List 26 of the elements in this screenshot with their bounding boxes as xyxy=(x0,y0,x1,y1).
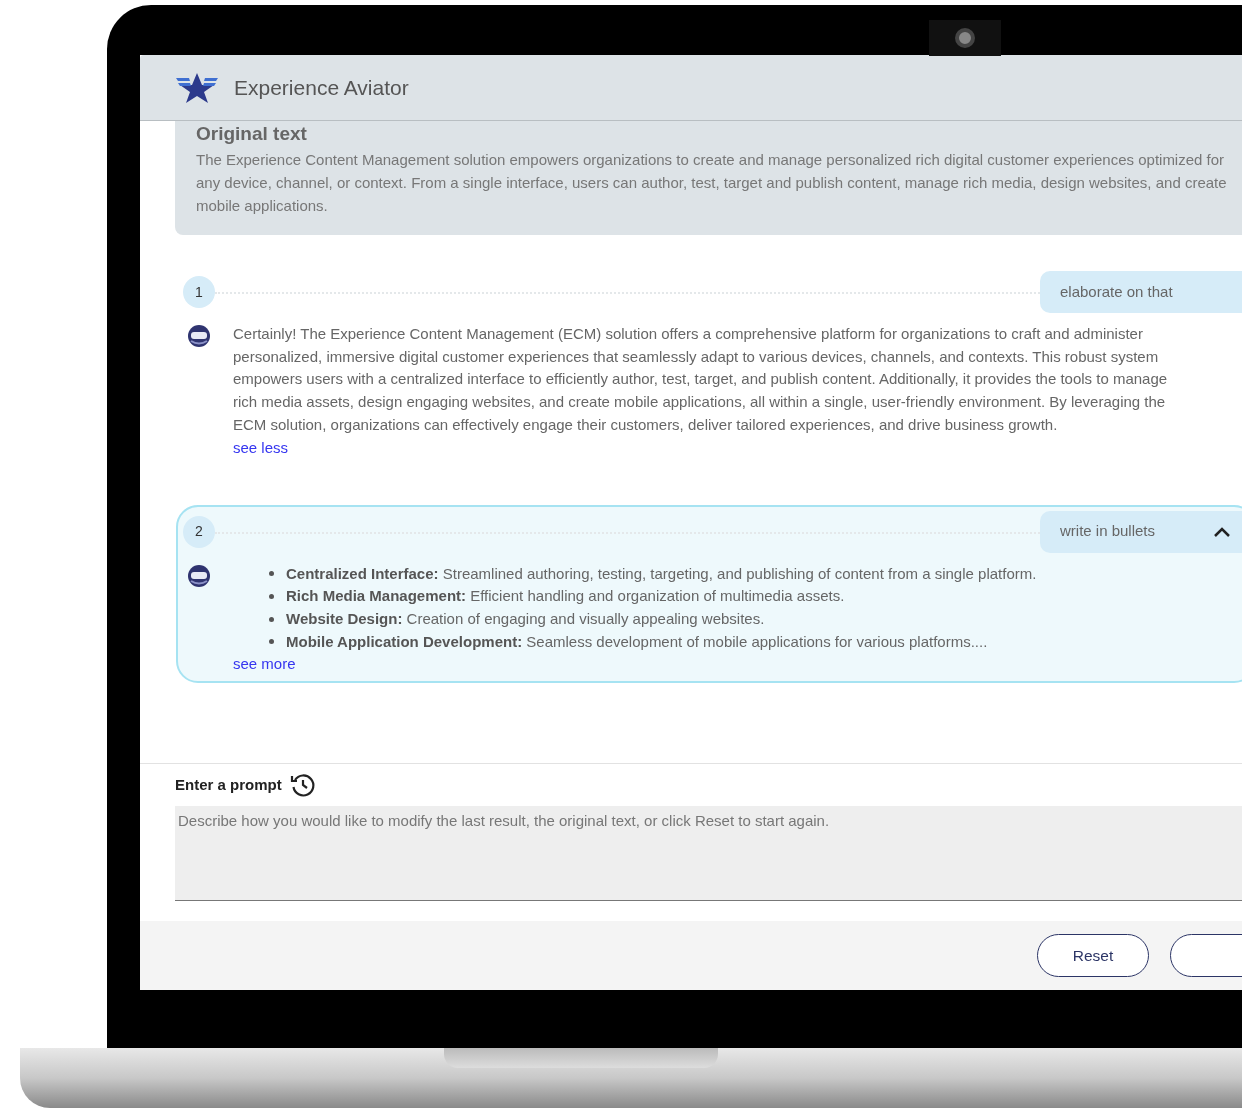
history-icon[interactable] xyxy=(289,772,316,798)
see-toggle-link[interactable]: see more xyxy=(233,653,296,676)
robot-avatar-icon xyxy=(187,325,211,347)
prompt-input-field[interactable]: Describe how you would like to modify the last result, the original text, or click Reset to start again. xyxy=(175,806,1242,901)
prompt-bubble[interactable]: elaborate on that xyxy=(1040,271,1242,313)
see-toggle-link[interactable]: see less xyxy=(233,436,289,459)
prompt-text: elaborate on that xyxy=(1060,281,1173,302)
original-text-body: The Experience Content Management solution empowers organizations to create and manage personalized rich digital customer experiences optimized for any device, channel, or context. From a single interface, users can author, test, target and publish content, manage rich media, design websites, and create mobile applications. xyxy=(196,150,1228,216)
prompt-text: write in bullets xyxy=(1060,521,1156,542)
star-logo-icon xyxy=(176,72,218,103)
bullet-item: Rich Media Management: Efficient handling and organization of multimedia assets. xyxy=(286,586,845,607)
card-title: Original text xyxy=(196,122,308,146)
bullet-item: Mobile Application Development: Seamless development of mobile applications for various platforms.... xyxy=(286,631,988,652)
chevron-up-icon[interactable] xyxy=(1214,526,1230,537)
camera-icon xyxy=(929,20,1001,56)
turn-number: 1 xyxy=(183,276,215,308)
conversation-turn[interactable] xyxy=(176,504,1242,684)
turn-number: 2 xyxy=(183,515,215,548)
robot-avatar-icon xyxy=(187,564,211,587)
prompt-bubble[interactable]: write in bullets xyxy=(1040,510,1242,553)
app-title: Experience Aviator xyxy=(234,74,409,101)
response-text: Certainly! The Experience Content Management (ECM) solution offers a comprehensive platform for organizations to craft and administer personalized, immersive digital customer experiences that seamlessly adapt to various devices, channels, and contexts. This robust system empowers users with a centralized interface to efficiently author, test, target, and publish content. Additionally, it provides the tools to manage rich media assets, design engaging websites, and create mobile applications, all within a single, user-friendly environment. By leveraging the ECM solution, organizations can effectively engage their customers, deliver tailored experiences, and drive business growth. xyxy=(233,324,1169,435)
reset-button[interactable]: Reset xyxy=(1037,934,1149,977)
bullet-item: Website Design: Creation of engaging and visually appealing websites. xyxy=(286,608,765,629)
prompt-label: Enter a prompt xyxy=(175,774,282,795)
bullet-item: Centralized Interface: Streamlined authoring, testing, targeting, and publishing of content from a single platform. xyxy=(286,563,1037,584)
